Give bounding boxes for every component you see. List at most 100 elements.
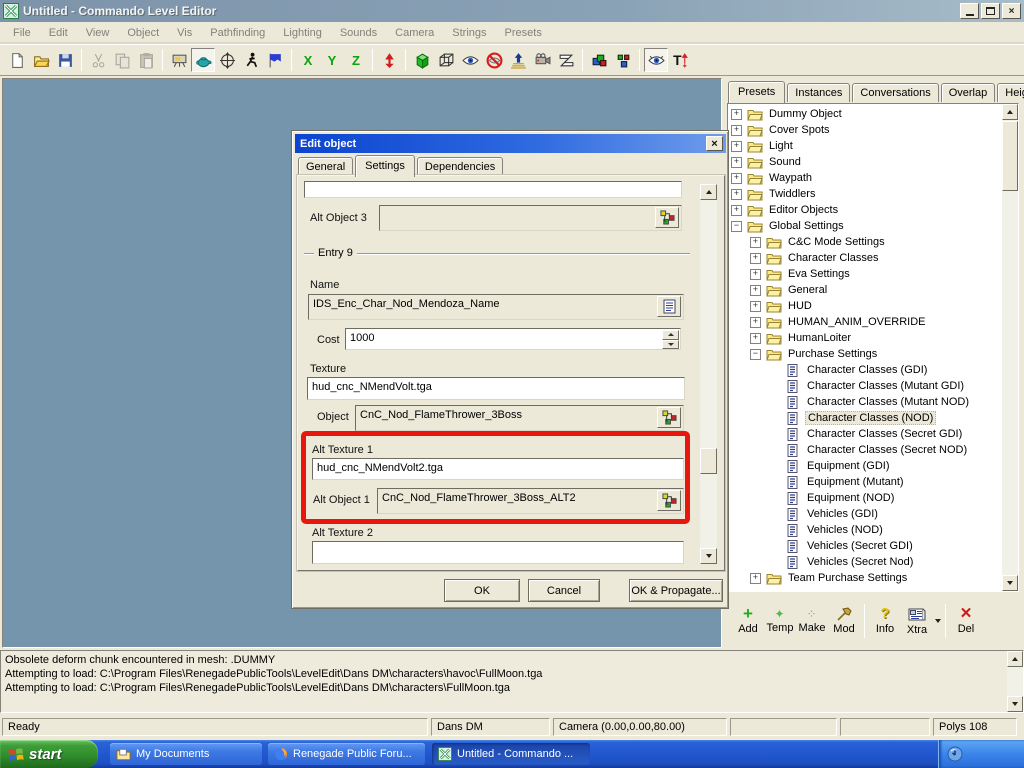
spin-up-button[interactable] <box>662 330 679 340</box>
log-scrollbar[interactable] <box>1007 651 1023 712</box>
tree-item[interactable]: Character Classes (Mutant NOD) <box>728 394 1001 410</box>
text-label-button[interactable]: T <box>668 48 692 72</box>
scroll-thumb[interactable] <box>1002 121 1018 191</box>
tree-item-label[interactable]: Waypath <box>767 172 814 184</box>
menu-item[interactable]: View <box>77 24 119 42</box>
task-my-documents[interactable]: My Documents <box>110 743 262 765</box>
raise-height-button[interactable] <box>506 48 530 72</box>
tree-item[interactable]: + General <box>728 282 1001 298</box>
tree-item-label[interactable]: Twiddlers <box>767 188 817 200</box>
tree-expander-icon[interactable]: + <box>750 285 761 296</box>
tree-item[interactable]: Vehicles (GDI) <box>728 506 1001 522</box>
tab-general[interactable]: General <box>298 157 353 176</box>
tab-heightfield[interactable]: Heightfield <box>997 83 1024 102</box>
tree-scrollbar[interactable] <box>1002 104 1018 591</box>
tree-item-label[interactable]: Vehicles (NOD) <box>805 524 885 536</box>
tree-expander-icon[interactable]: − <box>750 349 761 360</box>
scroll-down-button[interactable] <box>700 548 717 564</box>
object-picker-button[interactable] <box>657 407 681 428</box>
tree-expander-icon[interactable]: + <box>750 573 761 584</box>
tree-item-label[interactable]: Vehicles (Secret GDI) <box>805 540 915 552</box>
menu-item[interactable]: Object <box>118 24 168 42</box>
menu-item[interactable]: Lighting <box>274 24 331 42</box>
paste-button[interactable] <box>134 48 158 72</box>
texture-field[interactable]: hud_cnc_NMendVolt.tga <box>307 377 685 400</box>
tree-item-label[interactable]: HumanLoiter <box>786 332 853 344</box>
cut-button[interactable] <box>86 48 110 72</box>
tree-item[interactable]: Vehicles (Secret GDI) <box>728 538 1001 554</box>
tree-expander-icon[interactable]: + <box>750 253 761 264</box>
alt-texture-1-field[interactable]: hud_cnc_NMendVolt2.tga <box>312 458 684 480</box>
menu-item[interactable]: Sounds <box>331 24 386 42</box>
hide-button[interactable] <box>482 48 506 72</box>
rotate-axis-button[interactable] <box>215 48 239 72</box>
menu-item[interactable]: Strings <box>443 24 495 42</box>
axis-z-button[interactable]: Z <box>344 48 368 72</box>
cost-spinner[interactable] <box>662 330 679 349</box>
start-button[interactable]: start <box>0 740 98 768</box>
alt-object-3-picker-button[interactable] <box>655 207 679 228</box>
tree-item[interactable]: + Eva Settings <box>728 266 1001 282</box>
add-preset-button[interactable]: + Add <box>732 599 764 643</box>
tree-item-label[interactable]: Equipment (GDI) <box>805 460 892 472</box>
solid-cube-button[interactable] <box>410 48 434 72</box>
close-button[interactable]: × <box>1002 3 1021 19</box>
tree-expander-icon[interactable]: + <box>731 205 742 216</box>
polygon-button[interactable] <box>554 48 578 72</box>
minimize-button[interactable] <box>960 3 979 19</box>
tree-item[interactable]: Equipment (NOD) <box>728 490 1001 506</box>
tree-item[interactable]: Character Classes (GDI) <box>728 362 1001 378</box>
tree-item[interactable]: + Light <box>728 138 1001 154</box>
open-button[interactable] <box>29 48 53 72</box>
tab-conversations[interactable]: Conversations <box>852 83 938 102</box>
visibility-eye-button[interactable] <box>644 48 668 72</box>
save-button[interactable] <box>53 48 77 72</box>
camera-side-button[interactable] <box>530 48 554 72</box>
name-field[interactable]: IDS_Enc_Char_Nod_Mendoza_Name <box>308 294 684 320</box>
tree-expander-icon[interactable]: + <box>750 269 761 280</box>
tree-item-label[interactable]: Editor Objects <box>767 204 840 216</box>
tree-item[interactable]: + Team Purchase Settings <box>728 570 1001 586</box>
menu-item[interactable]: Vis <box>168 24 201 42</box>
projector-button[interactable] <box>167 48 191 72</box>
delete-preset-button[interactable]: ✕ Del <box>950 599 982 643</box>
tree-item[interactable]: + C&C Mode Settings <box>728 234 1001 250</box>
new-button[interactable] <box>5 48 29 72</box>
tree-expander-icon[interactable]: − <box>731 221 742 232</box>
alt-texture-2-field[interactable] <box>312 541 684 564</box>
tab-dependencies[interactable]: Dependencies <box>417 157 503 176</box>
cost-field[interactable]: 1000 <box>345 328 681 350</box>
tree-expander-icon[interactable]: + <box>750 301 761 312</box>
menu-item[interactable]: Pathfinding <box>201 24 274 42</box>
eye-button[interactable] <box>458 48 482 72</box>
tray-update-icon[interactable] <box>947 746 963 762</box>
tree-expander-icon[interactable]: + <box>750 333 761 344</box>
object-field[interactable]: CnC_Nod_FlameThrower_3Boss <box>355 405 684 431</box>
menu-item[interactable]: Edit <box>40 24 77 42</box>
mod-preset-button[interactable]: Mod <box>828 599 860 643</box>
scroll-up-button[interactable] <box>1002 104 1018 120</box>
flag-button[interactable] <box>263 48 287 72</box>
tree-expander-icon[interactable]: + <box>750 237 761 248</box>
tree-item[interactable]: + Editor Objects <box>728 202 1001 218</box>
tree-item[interactable]: Equipment (GDI) <box>728 458 1001 474</box>
tree-item[interactable]: − Global Settings <box>728 218 1001 234</box>
tree-item-label[interactable]: Vehicles (Secret Nod) <box>805 556 915 568</box>
tree-item[interactable]: Vehicles (Secret Nod) <box>728 554 1001 570</box>
tree-item-label[interactable]: HUMAN_ANIM_OVERRIDE <box>786 316 928 328</box>
scroll-thumb[interactable] <box>700 448 717 474</box>
tree-item[interactable]: Character Classes (Secret NOD) <box>728 442 1001 458</box>
name-picker-button[interactable] <box>657 296 681 317</box>
walk-mode-button[interactable] <box>239 48 263 72</box>
copy-button[interactable] <box>110 48 134 72</box>
maximize-button[interactable] <box>981 3 1000 19</box>
move-vertical-button[interactable] <box>377 48 401 72</box>
tree-item-label[interactable]: Character Classes (Mutant GDI) <box>805 380 966 392</box>
scroll-up-button[interactable] <box>1007 651 1023 667</box>
tree-item-label[interactable]: Equipment (Mutant) <box>805 476 906 488</box>
task-renegade-forum[interactable]: Renegade Public Foru... <box>268 743 425 765</box>
tree-expander-icon[interactable]: + <box>731 141 742 152</box>
tab-instances[interactable]: Instances <box>787 83 850 102</box>
tree-item-label[interactable]: Cover Spots <box>767 124 832 136</box>
make-preset-button[interactable]: ⁘ Make <box>796 599 828 643</box>
